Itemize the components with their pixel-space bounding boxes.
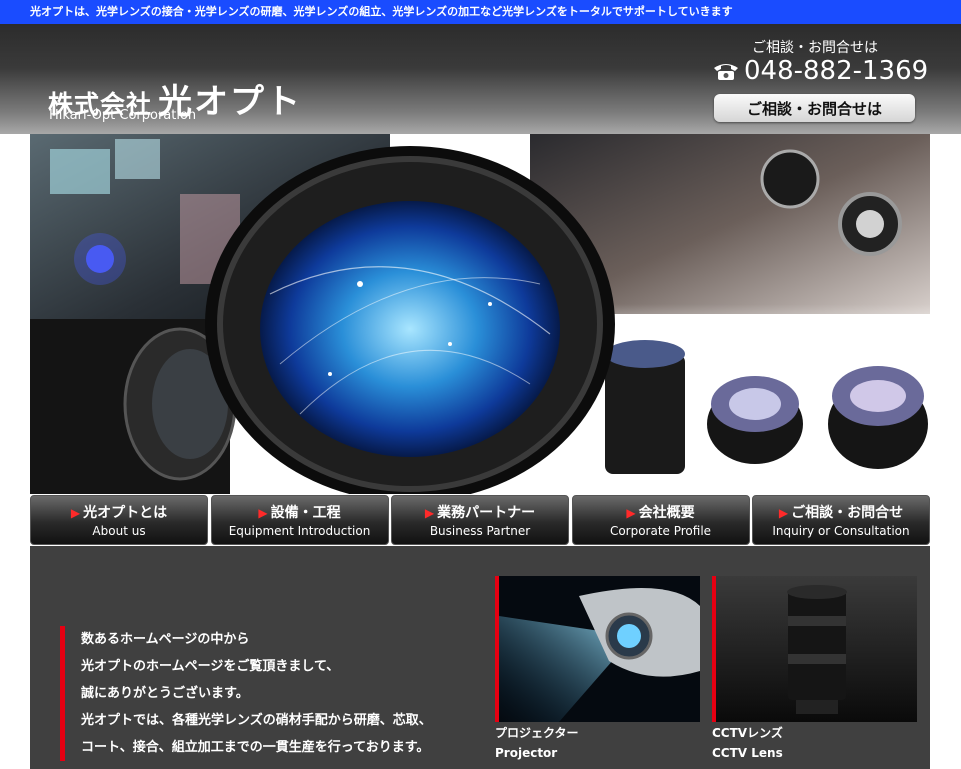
company-name-en: Hikari-Opt Corporation: [49, 108, 197, 123]
cctv-lens-image: [716, 576, 917, 722]
cctv-lens-label: CCTVレンズ: [712, 726, 783, 740]
main-lens: [205, 146, 615, 494]
cctv-lens-thumbnail[interactable]: [712, 576, 917, 722]
projector-label: プロジェクター: [495, 726, 579, 740]
contact-label: ご相談・お問合せは: [752, 40, 878, 56]
triangle-right-icon: ▶: [424, 506, 435, 520]
nav-partner-label: 業務パートナー: [437, 505, 536, 521]
intro-line: 光オプトでは、各種光学レンズの硝材手配から研磨、芯取、: [81, 713, 432, 728]
nav-profile-label: 会社概要: [638, 505, 695, 521]
site-header: 株式会社 光オプト Hikari-Opt Corporation ご相談・お問合せ…: [0, 24, 961, 134]
nav-about[interactable]: ▶ 光オプトとは About us: [30, 495, 208, 545]
nav-about-label-en: About us: [92, 524, 146, 538]
nav-inquiry-label: ご相談・お問合せ: [791, 505, 904, 521]
nav-equipment[interactable]: ▶ 設備・工程 Equipment Introduction: [210, 495, 389, 545]
hero-image: [30, 134, 930, 494]
contact-button[interactable]: ご相談・お問合せは: [714, 94, 915, 122]
nav-partner-label-en: Business Partner: [429, 524, 531, 538]
telephone-icon: [714, 64, 738, 80]
main-navigation: ▶ 光オプトとは About us ▶ 設備・工程 Equipment Introd…: [30, 495, 930, 546]
top-banner: 光オプトは、光学レンズの接合・光学レンズの研磨、光学レンズの組立、光学レンズの加…: [0, 0, 961, 24]
intro-line: 数あるホームページの中から: [81, 632, 250, 647]
triangle-right-icon: ▶: [258, 506, 268, 520]
intro-line: 誠にありがとうございます。: [81, 686, 249, 701]
nav-inquiry[interactable]: ▶ ご相談・お問合せ Inquiry or Consultation: [752, 495, 930, 545]
triangle-right-icon: ▶: [778, 506, 789, 520]
hero-lens-collage: [30, 134, 930, 494]
small-lens-2: [707, 376, 803, 464]
nav-equipment-label: 設備・工程: [270, 505, 341, 521]
triangle-right-icon: ▶: [626, 506, 636, 520]
cctv-lens-label-en: CCTV Lens: [712, 746, 783, 760]
nav-partner[interactable]: ▶ 業務パートナー Business Partner: [391, 495, 569, 545]
intro-text: 数あるホームページの中から 光オプトのホームページをご覧頂きまして、 誠にありが…: [60, 626, 432, 761]
intro-line: 光オプトのホームページをご覧頂きまして、: [81, 659, 340, 674]
phone-number-text: 048-882-1369: [744, 56, 929, 86]
projector-label-en: Projector: [495, 746, 558, 760]
projector-thumbnail[interactable]: [495, 576, 700, 722]
product-projector[interactable]: プロジェクター Projector: [495, 576, 700, 762]
projector-image: [499, 576, 700, 722]
nav-equipment-label-en: Equipment Introduction: [228, 524, 371, 538]
top-banner-text: 光オプトは、光学レンズの接合・光学レンズの研磨、光学レンズの組立、光学レンズの加…: [30, 5, 733, 18]
small-lens-1: [605, 340, 685, 474]
phone-number[interactable]: 048-882-1369: [712, 56, 928, 86]
nav-about-label: 光オプトとは: [83, 505, 168, 521]
nav-profile-label-en: Corporate Profile: [609, 524, 712, 538]
main-content: 数あるホームページの中から 光オプトのホームページをご覧頂きまして、 誠にありが…: [30, 546, 930, 769]
nav-profile[interactable]: ▶ 会社概要 Corporate Profile: [571, 495, 750, 545]
intro-line: コート、接合、組立加工までの一貫生産を行っております。: [81, 740, 430, 755]
triangle-right-icon: ▶: [70, 506, 81, 520]
nav-inquiry-label-en: Inquiry or Consultation: [772, 524, 910, 538]
small-lens-3: [828, 366, 928, 469]
product-cctv-lens[interactable]: CCTVレンズ CCTV Lens: [712, 576, 917, 762]
